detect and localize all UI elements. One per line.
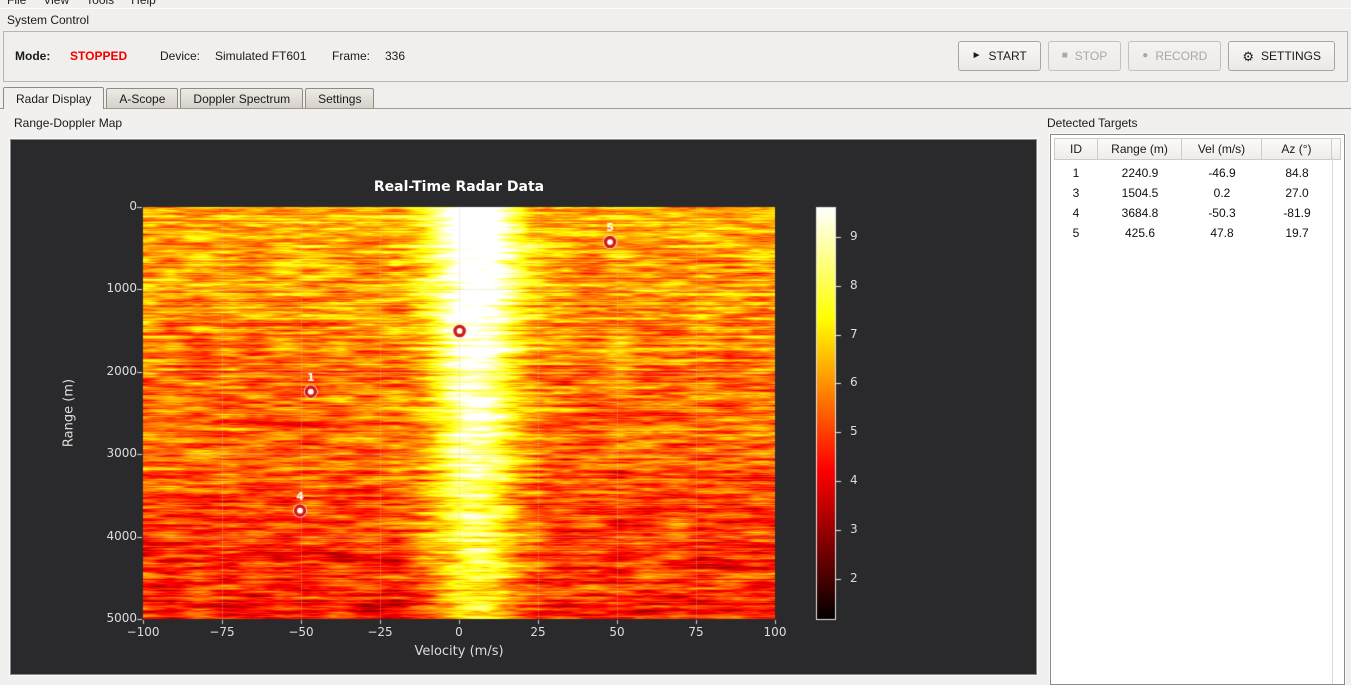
tab-radar-display[interactable]: Radar Display xyxy=(3,87,105,109)
target-row[interactable]: 4 3684.8 -50.3 -81.9 xyxy=(1054,203,1341,223)
x-tick-label: 25 xyxy=(530,625,546,639)
detected-targets-title: Detected Targets xyxy=(1047,116,1138,130)
tab-doppler-spectrum[interactable]: Doppler Spectrum xyxy=(180,88,304,108)
y-axis-label: Range (m) xyxy=(61,378,77,448)
target-cell: 19.7 xyxy=(1285,226,1309,240)
detected-targets-panel: ID Range (m) Vel (m/s) Az (°) 1 2240.9 -46.9 8… xyxy=(1049,133,1346,685)
main-tab-bar: Radar Display A-Scope Doppler Spectrum S… xyxy=(3,86,376,109)
device-label: Device: xyxy=(160,49,201,63)
system-control-title: System Control xyxy=(7,13,90,27)
menu-item-view[interactable]: View xyxy=(43,0,69,7)
chart-title: Real-Time Radar Data xyxy=(373,179,545,195)
frame-value: 336 xyxy=(385,49,406,63)
colorbar-tick-label: 7 xyxy=(850,326,858,341)
target-cell: 3 xyxy=(1072,186,1080,200)
target-cell: 47.8 xyxy=(1210,226,1234,240)
target-cell: 1504.5 xyxy=(1121,186,1159,200)
stop-icon: ■ xyxy=(1061,50,1068,61)
target-cell: -81.9 xyxy=(1283,206,1311,220)
target-cell: -46.9 xyxy=(1208,166,1236,180)
x-tick-label: 50 xyxy=(609,625,625,639)
x-tick-label: 0 xyxy=(455,625,463,639)
target-cell: 2240.9 xyxy=(1121,166,1159,180)
system-control-group: Mode: STOPPED Device: Simulated FT601 Fr… xyxy=(3,31,1348,82)
start-button-label: START xyxy=(988,49,1027,63)
colorbar-tick-label: 4 xyxy=(850,473,858,488)
target-row[interactable]: 1 2240.9 -46.9 84.8 xyxy=(1054,163,1341,183)
radar-app-window: { "menu": { "items": ["File", "View", "T… xyxy=(0,0,1351,685)
radar-display-pane: Range-Doppler Map Detected Targets Real-… xyxy=(0,108,1351,685)
colorbar-tick-label: 8 xyxy=(850,277,858,292)
range-doppler-plot-panel: Real-Time Radar Data Velocity (m/s) Rang… xyxy=(9,138,1038,676)
target-cell: 27.0 xyxy=(1285,186,1309,200)
colorbar-tick-label: 9 xyxy=(850,228,858,243)
play-icon: ► xyxy=(971,50,982,61)
target-cell: 84.8 xyxy=(1285,166,1309,180)
frame-label: Frame: xyxy=(332,49,371,63)
y-tick-label: 3000 xyxy=(106,446,137,461)
menu-bar: File View Tools Help xyxy=(0,0,1351,9)
gear-icon: ⚙ xyxy=(1242,48,1254,64)
x-axis-label: Velocity (m/s) xyxy=(414,644,504,659)
mode-value: STOPPED xyxy=(70,49,128,63)
y-tick-label: 2000 xyxy=(106,363,137,378)
menu-item-file[interactable]: File xyxy=(7,0,26,7)
targets-table-body: 1 2240.9 -46.9 84.8 3 1504.5 0.2 27.0 4 3684.8 -50… xyxy=(1054,160,1341,243)
column-header-2[interactable]: Vel (m/s) xyxy=(1182,138,1262,160)
mode-label: Mode: xyxy=(15,49,51,63)
targets-table-header: ID Range (m) Vel (m/s) Az (°) xyxy=(1054,138,1341,160)
x-tick-label: 100 xyxy=(763,625,787,639)
range-doppler-heatmap xyxy=(11,140,1036,674)
control-button-row: ► START ■ STOP ● RECORD ⚙ SETTINGS xyxy=(957,41,1335,71)
range-doppler-map-title: Range-Doppler Map xyxy=(14,116,123,130)
x-tick-label: −25 xyxy=(367,625,393,639)
target-cell: -50.3 xyxy=(1208,206,1236,220)
record-icon: ● xyxy=(1142,50,1149,61)
target-row[interactable]: 5 425.6 47.8 19.7 xyxy=(1054,223,1341,243)
target-cell: 425.6 xyxy=(1124,226,1156,240)
detected-targets-table: ID Range (m) Vel (m/s) Az (°) 1 2240.9 -46.9 8… xyxy=(1054,138,1341,681)
x-tick-label: 75 xyxy=(688,625,704,639)
colorbar-tick-label: 6 xyxy=(850,375,858,390)
start-button[interactable]: ► START xyxy=(957,41,1041,71)
device-value: Simulated FT601 xyxy=(215,49,307,63)
x-tick-label: −75 xyxy=(209,625,235,639)
y-tick-label: 5000 xyxy=(106,611,137,625)
stop-button[interactable]: ■ STOP xyxy=(1047,41,1122,71)
column-header-3[interactable]: Az (°) xyxy=(1262,138,1332,160)
colorbar-tick-label: 2 xyxy=(850,570,858,585)
settings-button-label: SETTINGS xyxy=(1260,49,1321,63)
target-cell: 4 xyxy=(1072,206,1080,220)
target-cell: 0.2 xyxy=(1213,186,1231,200)
x-tick-label: −100 xyxy=(126,625,160,639)
column-header-1[interactable]: Range (m) xyxy=(1098,138,1182,160)
record-button-label: RECORD xyxy=(1155,49,1208,63)
tab-a-scope[interactable]: A-Scope xyxy=(106,88,179,108)
y-tick-label: 0 xyxy=(129,199,137,213)
colorbar-tick-label: 3 xyxy=(850,522,858,537)
target-cell: 5 xyxy=(1072,226,1080,240)
menu-item-tools[interactable]: Tools xyxy=(86,0,114,7)
y-tick-label: 4000 xyxy=(106,528,137,543)
column-header-0[interactable]: ID xyxy=(1054,138,1098,160)
target-row[interactable]: 3 1504.5 0.2 27.0 xyxy=(1054,183,1341,203)
tab-settings[interactable]: Settings xyxy=(305,88,375,108)
target-cell: 1 xyxy=(1072,166,1080,180)
table-scroll-gutter xyxy=(1332,157,1333,684)
stop-button-label: STOP xyxy=(1074,49,1108,63)
x-tick-label: −50 xyxy=(288,625,314,639)
record-button[interactable]: ● RECORD xyxy=(1128,41,1222,71)
colorbar-tick-label: 5 xyxy=(850,424,858,439)
settings-button[interactable]: ⚙ SETTINGS xyxy=(1228,41,1335,71)
column-header-filler xyxy=(1332,138,1341,160)
menu-item-help[interactable]: Help xyxy=(131,0,156,7)
target-cell: 3684.8 xyxy=(1121,206,1159,220)
y-tick-label: 1000 xyxy=(106,281,137,296)
